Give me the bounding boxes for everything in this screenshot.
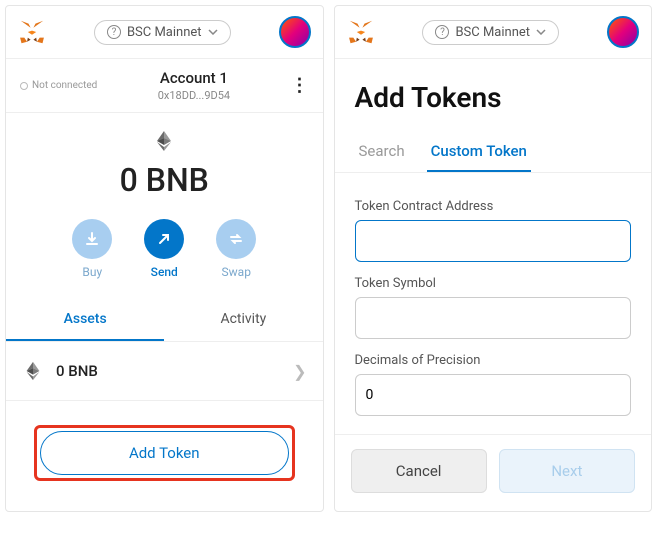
- arrow-up-right-icon: [156, 231, 172, 247]
- balance-area: 0 BNB: [6, 113, 323, 207]
- token-decimals-input[interactable]: [355, 374, 632, 416]
- next-button[interactable]: Next: [499, 449, 635, 493]
- account-row: Not connected Account 1 0x18DD...9D54 ⋮: [6, 59, 323, 113]
- eth-icon: [22, 360, 44, 382]
- tab-activity[interactable]: Activity: [164, 299, 322, 341]
- cancel-button[interactable]: Cancel: [351, 449, 487, 493]
- network-label: BSC Mainnet: [455, 25, 530, 40]
- header: ? BSC Mainnet: [6, 6, 323, 59]
- actions-row: Buy Send Swap: [6, 207, 323, 299]
- add-token-button[interactable]: Add Token: [40, 431, 289, 475]
- chevron-right-icon: ❯: [293, 362, 306, 381]
- header: ? BSC Mainnet: [335, 6, 652, 59]
- tab-search[interactable]: Search: [355, 132, 409, 172]
- help-icon: ?: [435, 25, 449, 39]
- add-tokens-panel: ? BSC Mainnet Add Tokens Search Custom T…: [334, 5, 653, 512]
- network-label: BSC Mainnet: [127, 25, 202, 40]
- account-info[interactable]: Account 1 0x18DD...9D54: [158, 69, 230, 102]
- page-title: Add Tokens: [335, 59, 652, 132]
- balance: 0 BNB: [6, 161, 323, 199]
- asset-row-bnb[interactable]: 0 BNB ❯: [6, 341, 323, 401]
- network-selector[interactable]: ? BSC Mainnet: [94, 20, 231, 45]
- add-token-tabs: Search Custom Token: [335, 132, 652, 173]
- tutorial-highlight: Add Token: [34, 425, 295, 481]
- symbol-label: Token Symbol: [355, 276, 632, 291]
- metamask-logo-icon: [18, 18, 46, 46]
- help-icon: ?: [107, 25, 121, 39]
- custom-token-form: Token Contract Address Token Symbol Deci…: [335, 173, 652, 434]
- wallet-main-panel: ? BSC Mainnet Not connected Account 1 0x…: [5, 5, 324, 512]
- wallet-tabs: Assets Activity: [6, 299, 323, 341]
- tab-assets[interactable]: Assets: [6, 299, 164, 341]
- token-address-input[interactable]: [355, 220, 632, 262]
- status-dot-icon: [20, 82, 28, 90]
- address-label: Token Contract Address: [355, 199, 632, 214]
- buy-button[interactable]: Buy: [72, 219, 112, 279]
- send-button[interactable]: Send: [144, 219, 184, 279]
- swap-button[interactable]: Swap: [216, 219, 256, 279]
- tab-custom-token[interactable]: Custom Token: [427, 132, 531, 172]
- metamask-logo-icon: [347, 18, 375, 46]
- account-name: Account 1: [158, 69, 230, 87]
- connection-status[interactable]: Not connected: [20, 80, 97, 91]
- network-selector[interactable]: ? BSC Mainnet: [422, 20, 559, 45]
- token-symbol-input[interactable]: [355, 297, 632, 339]
- chevron-down-icon: [208, 29, 218, 35]
- footer-buttons: Cancel Next: [335, 434, 652, 511]
- account-address: 0x18DD...9D54: [158, 89, 230, 102]
- account-avatar[interactable]: [607, 16, 639, 48]
- eth-icon: [152, 129, 176, 153]
- account-menu-button[interactable]: ⋮: [291, 75, 309, 96]
- account-avatar[interactable]: [279, 16, 311, 48]
- add-token-area: Add Token: [6, 401, 323, 509]
- decimals-label: Decimals of Precision: [355, 353, 632, 368]
- download-icon: [84, 231, 100, 247]
- asset-balance: 0 BNB: [56, 362, 98, 380]
- chevron-down-icon: [536, 29, 546, 35]
- swap-icon: [228, 231, 244, 247]
